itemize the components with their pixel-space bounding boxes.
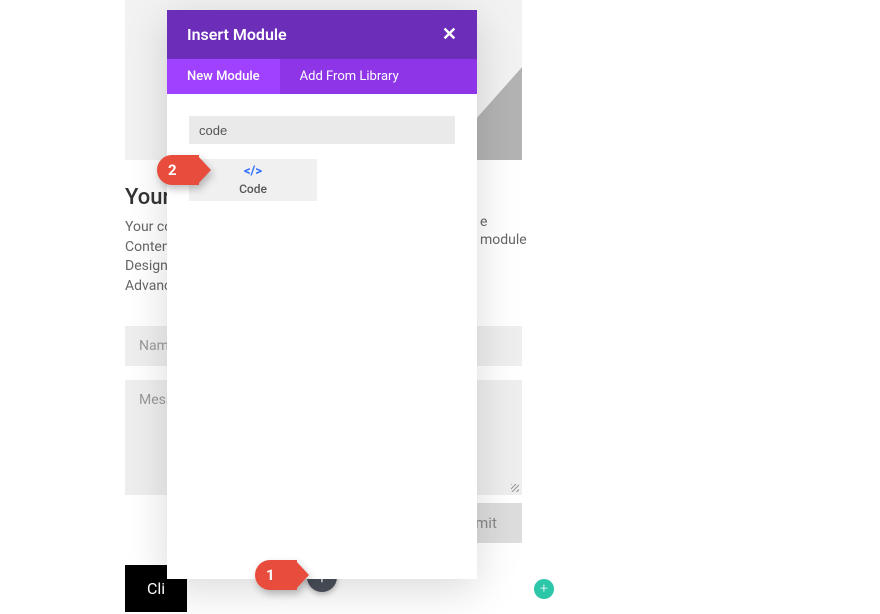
plus-icon: + <box>540 581 548 597</box>
annotation-callout-2: 2 <box>157 155 199 185</box>
code-icon: </> <box>244 164 262 179</box>
add-section-button[interactable]: + <box>534 579 554 599</box>
overflow-text: e <box>480 214 487 230</box>
module-label: Code <box>239 182 267 196</box>
overflow-text: module <box>480 232 527 248</box>
callout-badge: 2 <box>157 155 199 185</box>
modal-title: Insert Module <box>187 25 287 44</box>
tab-add-from-library[interactable]: Add From Library <box>280 59 419 94</box>
annotation-callout-1: 1 <box>255 560 297 590</box>
modal-header: Insert Module ✕ <box>167 10 477 59</box>
tab-new-module[interactable]: New Module <box>167 59 280 94</box>
insert-module-modal: Insert Module ✕ New Module Add From Libr… <box>167 10 477 579</box>
resize-handle-icon[interactable] <box>511 484 519 492</box>
callout-badge: 1 <box>255 560 297 590</box>
module-search-input[interactable] <box>189 116 455 144</box>
modal-tabs: New Module Add From Library <box>167 59 477 94</box>
modal-body: </> Code <box>167 94 477 579</box>
close-icon[interactable]: ✕ <box>442 24 457 45</box>
module-grid: </> Code <box>189 159 455 201</box>
